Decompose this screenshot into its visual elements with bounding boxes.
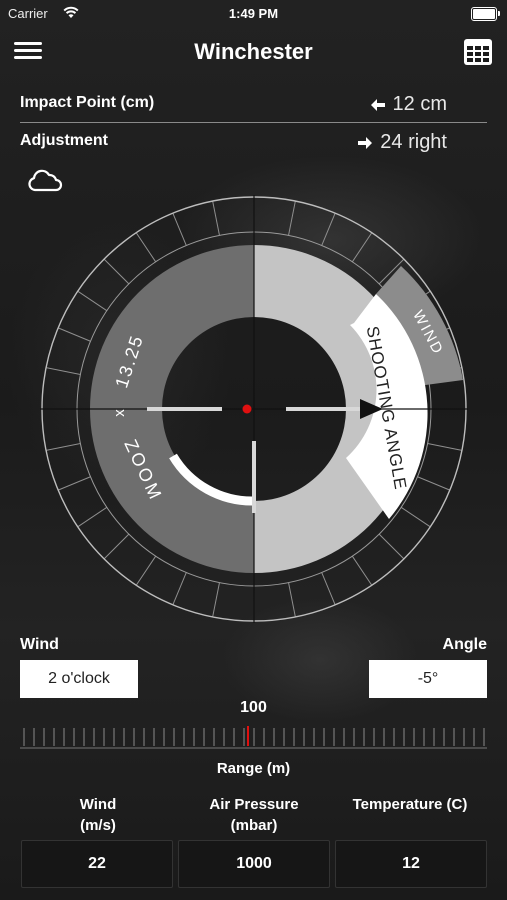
- dial-tick: [103, 533, 130, 560]
- wind-speed-field[interactable]: 22: [21, 840, 173, 888]
- arrow-left-icon: [370, 98, 385, 111]
- adjustment-value: 24 right: [380, 131, 447, 153]
- dial-tick: [45, 367, 81, 375]
- status-time: 1:49 PM: [228, 6, 279, 21]
- angle-field[interactable]: -5°: [369, 660, 487, 698]
- dial-tick: [45, 443, 81, 451]
- wind-direction-field[interactable]: 2 o'clock: [20, 660, 138, 698]
- wind-speed-header: Wind (m/s): [28, 794, 168, 836]
- impact-point-value: 12 cm: [392, 93, 447, 115]
- dial-tick: [103, 258, 130, 285]
- dial-tick: [212, 582, 220, 618]
- dial-tick: [172, 572, 187, 606]
- impact-point-label: Impact Point (cm): [20, 94, 155, 111]
- zoom-prefix: x: [111, 409, 128, 417]
- temperature-field[interactable]: 12: [335, 840, 487, 888]
- dial-tick: [135, 232, 157, 263]
- angle-label: Angle: [442, 636, 487, 653]
- air-pressure-field[interactable]: 1000: [178, 840, 330, 888]
- range-value: 100: [240, 699, 267, 716]
- dial-tick: [417, 476, 451, 491]
- temperature-header-text: Temperature (C): [352, 796, 468, 813]
- dial-tick: [172, 212, 187, 246]
- dial-tick: [212, 200, 220, 236]
- adjustment-row: Adjustment 24 right: [20, 124, 487, 160]
- navigation-bar: Winchester: [0, 30, 507, 74]
- dial-tick: [57, 327, 91, 342]
- dial-tick: [427, 443, 463, 451]
- dial-tick: [351, 232, 373, 263]
- range-label: Range (m): [216, 760, 291, 777]
- temperature-header: Temperature (C): [340, 794, 480, 815]
- adjustment-label: Adjustment: [20, 132, 108, 149]
- dial-tick: [321, 572, 336, 606]
- cloud-icon[interactable]: [26, 168, 64, 194]
- dial-tick: [400, 506, 431, 528]
- arrow-right-icon: [358, 136, 373, 149]
- impact-point-value-group: 12 cm: [370, 93, 447, 116]
- page-title: Winchester: [194, 39, 313, 64]
- dial-tick: [77, 290, 108, 312]
- scope-dial[interactable]: ZOOM 13.25 x SHOOTING ANGLE WIND: [40, 195, 468, 623]
- wind-speed-header-text: Wind (m/s): [79, 796, 117, 834]
- dial-tick: [321, 212, 336, 246]
- adjustment-value-group: 24 right: [358, 131, 447, 154]
- status-bar: Carrier 1:49 PM: [0, 0, 507, 28]
- dial-tick: [288, 200, 296, 236]
- wind-label: Wind: [20, 636, 59, 653]
- dial-tick: [351, 555, 373, 586]
- dial-tick: [288, 582, 296, 618]
- range-slider[interactable]: [20, 722, 487, 750]
- air-pressure-header-text: Air Pressure (mbar): [209, 796, 299, 834]
- dial-tick: [77, 506, 108, 528]
- grid-table-icon[interactable]: [463, 38, 493, 66]
- dial-tick: [135, 555, 157, 586]
- air-pressure-header: Air Pressure (mbar): [184, 794, 324, 836]
- impact-dot: [242, 404, 252, 414]
- dial-tick: [57, 476, 91, 491]
- battery-icon: [471, 7, 500, 21]
- dial-tick: [378, 533, 405, 560]
- impact-point-row: Impact Point (cm) 12 cm: [20, 86, 487, 123]
